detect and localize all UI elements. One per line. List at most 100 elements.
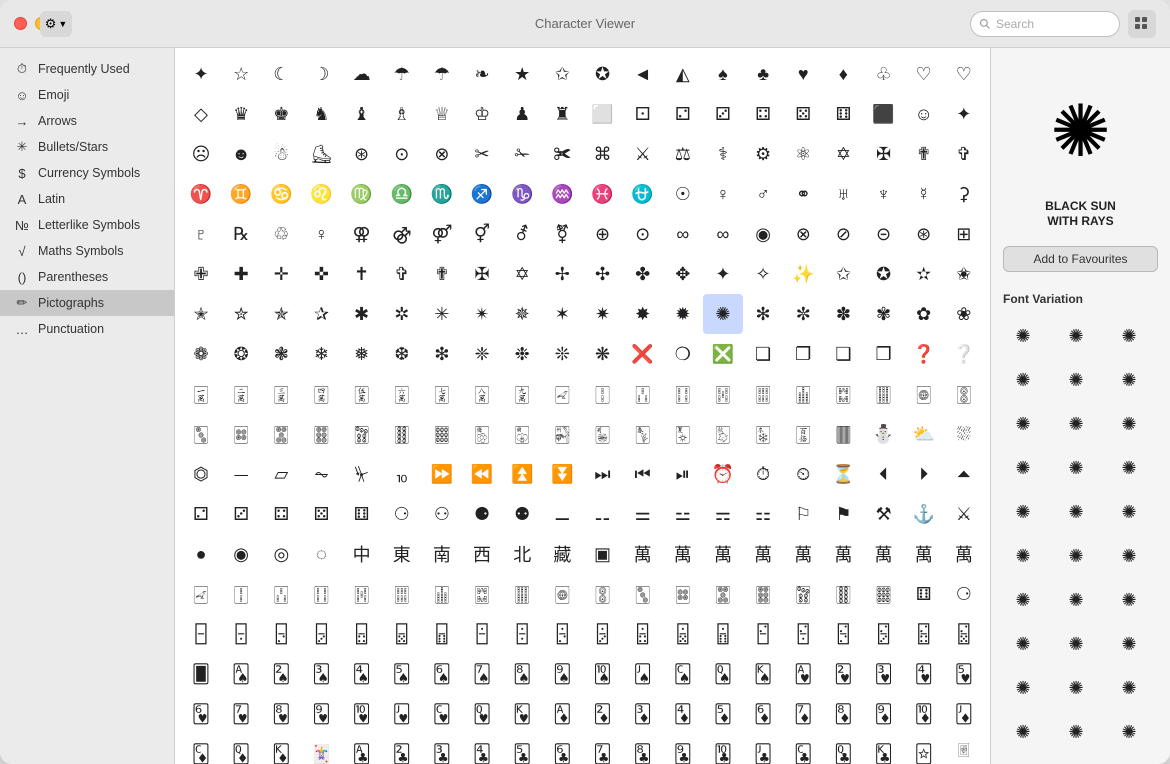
char-cell[interactable]: 🀣 (502, 414, 542, 454)
char-cell[interactable]: 🀑 (583, 374, 623, 414)
char-cell[interactable]: 🂤 (342, 654, 382, 694)
char-cell[interactable]: ♗ (382, 94, 422, 134)
char-cell[interactable]: 🀌 (382, 374, 422, 414)
char-cell[interactable]: ⊙ (623, 214, 663, 254)
char-cell[interactable]: ♚ (261, 94, 301, 134)
char-cell[interactable]: 🁵 (904, 614, 944, 654)
char-cell[interactable]: ♲ (261, 214, 301, 254)
char-cell[interactable]: ● (181, 534, 221, 574)
char-cell[interactable]: ❎ (703, 334, 743, 374)
char-cell[interactable]: ⊙ (382, 134, 422, 174)
char-cell[interactable]: ❑ (823, 334, 863, 374)
char-cell[interactable]: ⚇ (422, 494, 462, 534)
gear-button[interactable]: ⚙ ▼ (40, 11, 72, 37)
char-cell[interactable]: ♋ (261, 174, 301, 214)
char-cell[interactable]: ✭ (181, 294, 221, 334)
char-cell[interactable]: 🁲 (783, 614, 823, 654)
char-cell[interactable]: 🃔 (462, 734, 502, 764)
font-variation-cell[interactable]: ✺ (1056, 536, 1096, 576)
char-cell[interactable]: ⚅ (904, 574, 944, 614)
char-cell[interactable]: 🀟 (783, 574, 823, 614)
font-variation-cell[interactable]: ✺ (1109, 580, 1149, 620)
char-cell[interactable]: ⌘ (583, 134, 623, 174)
char-cell[interactable]: ⚒ (864, 494, 904, 534)
char-cell[interactable]: ⚛ (783, 134, 823, 174)
char-cell[interactable]: 🀒 (261, 574, 301, 614)
char-cell[interactable]: ⚈ (462, 494, 502, 534)
char-cell[interactable]: ⚑ (823, 494, 863, 534)
char-cell[interactable]: ⚙ (743, 134, 783, 174)
char-cell[interactable]: ⏪ (462, 454, 502, 494)
char-cell[interactable]: ∞ (703, 214, 743, 254)
char-cell[interactable]: 🂡 (221, 654, 261, 694)
char-cell[interactable]: 🃌 (181, 734, 221, 764)
char-cell[interactable]: 🁳 (823, 614, 863, 654)
char-cell[interactable]: ◭ (663, 54, 703, 94)
char-cell[interactable]: ❂ (221, 334, 261, 374)
char-cell[interactable]: 🃚 (703, 734, 743, 764)
char-cell[interactable]: ❇ (422, 334, 462, 374)
char-cell[interactable]: 🂧 (462, 654, 502, 694)
font-variation-cell[interactable]: ✺ (1056, 448, 1096, 488)
char-cell[interactable]: ♡ (944, 54, 984, 94)
char-cell[interactable]: 🃆 (743, 694, 783, 734)
char-cell[interactable]: ✱ (342, 294, 382, 334)
add-to-favourites-button[interactable]: Add to Favourites (1003, 246, 1158, 272)
char-cell[interactable]: 🂸 (261, 694, 301, 734)
char-cell[interactable]: 🁫 (502, 614, 542, 654)
char-cell[interactable]: 🁶 (944, 614, 984, 654)
font-variation-cell[interactable]: ✺ (1109, 624, 1149, 664)
char-cell[interactable]: ⚂ (221, 494, 261, 534)
char-cell[interactable]: 🀎 (462, 374, 502, 414)
char-cell[interactable]: 西 (462, 534, 502, 574)
char-cell[interactable]: 🁨 (382, 614, 422, 654)
char-cell[interactable]: ☿ (904, 174, 944, 214)
char-cell[interactable]: 🂱 (783, 654, 823, 694)
char-cell[interactable]: 萬 (783, 534, 823, 574)
char-cell[interactable]: 🀠 (382, 414, 422, 454)
char-cell[interactable]: ⚕ (703, 134, 743, 174)
char-cell[interactable]: ∞ (663, 214, 703, 254)
char-cell[interactable]: 🀈 (221, 374, 261, 414)
font-variation-cell[interactable]: ✺ (1003, 580, 1043, 620)
char-cell[interactable]: 🀪 (783, 414, 823, 454)
char-cell[interactable]: 🃠 (944, 734, 984, 764)
char-cell[interactable]: 🁣 (181, 614, 221, 654)
char-cell[interactable]: 🂺 (342, 694, 382, 734)
char-cell[interactable]: 🀧 (663, 414, 703, 454)
char-cell[interactable]: 南 (422, 534, 462, 574)
char-cell[interactable]: 🀛 (623, 574, 663, 614)
char-cell[interactable]: 🃟 (904, 734, 944, 764)
char-cell[interactable]: ⚌ (623, 494, 663, 534)
sidebar-item-pictographs[interactable]: ✏ Pictographs (0, 290, 174, 316)
char-cell[interactable]: ◇ (181, 94, 221, 134)
char-cell[interactable]: ❌ (623, 334, 663, 374)
char-cell[interactable]: ♎ (382, 174, 422, 214)
font-variation-cell[interactable]: ✺ (1003, 404, 1043, 444)
char-cell[interactable]: ✚ (221, 254, 261, 294)
font-variation-cell[interactable]: ✺ (1003, 536, 1043, 576)
font-variation-cell[interactable]: ✺ (1003, 360, 1043, 400)
char-cell[interactable]: ⚍ (663, 494, 703, 534)
sidebar-item-currency[interactable]: $ Currency Symbols (0, 160, 174, 186)
char-cell[interactable]: ⛄ (864, 414, 904, 454)
char-cell[interactable]: 🁪 (462, 614, 502, 654)
char-cell[interactable]: 🁭 (583, 614, 623, 654)
char-cell[interactable]: 🃁 (542, 694, 582, 734)
char-cell[interactable]: 🀕 (743, 374, 783, 414)
char-cell[interactable]: ✴ (462, 294, 502, 334)
char-cell[interactable]: ◎ (261, 534, 301, 574)
char-cell[interactable]: 🂠 (181, 654, 221, 694)
char-cell[interactable]: 藏 (542, 534, 582, 574)
char-cell[interactable]: 🀚 (944, 374, 984, 414)
char-cell[interactable]: ♂ (743, 174, 783, 214)
sidebar-item-arrows[interactable]: → Arrows (0, 108, 174, 134)
char-cell[interactable]: 🂾 (502, 694, 542, 734)
char-cell[interactable]: ⬜ (583, 94, 623, 134)
char-cell[interactable]: 萬 (703, 534, 743, 574)
sidebar-item-parentheses[interactable]: () Parentheses (0, 264, 174, 290)
char-cell[interactable]: 🃄 (663, 694, 703, 734)
char-cell[interactable]: 🁤 (221, 614, 261, 654)
char-cell[interactable]: ✶ (542, 294, 582, 334)
char-cell[interactable]: 🃉 (864, 694, 904, 734)
